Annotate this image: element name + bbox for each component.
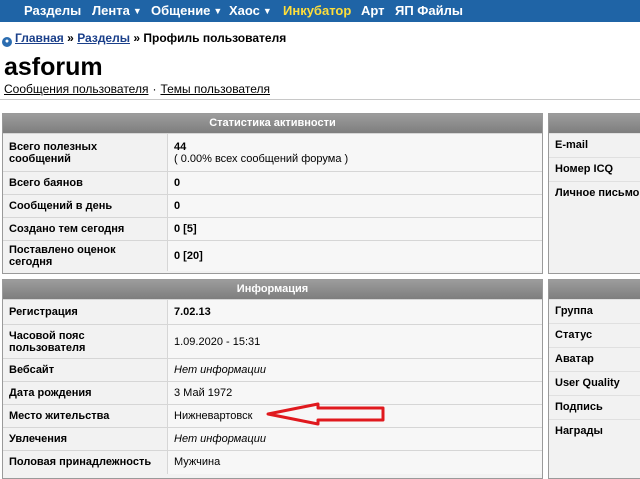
table-row: Регистрация 7.02.13 (3, 299, 542, 325)
row-value: Нет информации (167, 358, 542, 382)
info-panel: Информация Регистрация 7.02.13 Часовой п… (2, 279, 543, 479)
avatar-label: Аватар (549, 347, 640, 371)
row-value: Нет информации (167, 427, 542, 451)
posts-share-value: ( 0.00% всех сообщений форума ) (174, 152, 349, 165)
breadcrumb-sections-link[interactable]: Разделы (77, 31, 130, 45)
table-row: Всего баянов 0 (3, 171, 542, 195)
row-value: 1.09.2020 - 15:31 (167, 324, 542, 359)
total-posts-value: 44 (174, 140, 187, 153)
signature-label: Подпись (549, 395, 640, 419)
table-row: Увлечения Нет информации (3, 427, 542, 451)
contact-pm-label: Личное письмо (549, 181, 640, 205)
panel-header (549, 280, 640, 299)
table-row: Место жительства Нижневартовск (3, 404, 542, 428)
row-label: Место жительства (3, 404, 168, 428)
row-label: Увлечения (3, 427, 168, 451)
panel-title: Статистика активности (3, 114, 542, 133)
contacts-panel: E-mail Номер ICQ Личное письмо (548, 113, 640, 274)
row-value: 44( 0.00% всех сообщений форума ) (167, 133, 542, 172)
breadcrumb: ● Главная » Разделы » Профиль пользовател… (2, 31, 286, 47)
profile-links: Сообщения пользователя · Темы пользователя (4, 82, 270, 96)
row-label: Поставлено оценок сегодня (3, 240, 168, 271)
panel-title: Информация (3, 280, 542, 299)
awards-label: Награды (549, 419, 640, 443)
row-value: 0 [5] (167, 217, 542, 241)
row-label: Регистрация (3, 299, 168, 325)
user-topics-link[interactable]: Темы пользователя (160, 82, 270, 96)
forum-icon: ● (2, 37, 12, 47)
row-label: Всего баянов (3, 171, 168, 195)
row-value: Нижневартовск (167, 404, 542, 428)
row-label: Половая принадлежность (3, 450, 168, 474)
nav-item-communication[interactable]: Общение ▼ (151, 3, 222, 18)
table-row: Создано тем сегодня 0 [5] (3, 217, 542, 241)
panel-header (549, 114, 640, 133)
breadcrumb-separator: » (67, 31, 74, 45)
row-value: 3 Май 1972 (167, 381, 542, 405)
breadcrumb-home-link[interactable]: Главная (15, 31, 64, 45)
row-label: Дата рождения (3, 381, 168, 405)
row-value: 7.02.13 (167, 299, 542, 325)
nav-item-chaos[interactable]: Хаос ▼ (229, 3, 272, 18)
activity-stats-table: Всего полезных сообщений 44( 0.00% всех … (3, 133, 542, 271)
table-row: Поставлено оценок сегодня 0 [20] (3, 240, 542, 271)
contact-icq-label: Номер ICQ (549, 157, 640, 181)
table-row: Часовой пояс пользователя 1.09.2020 - 15… (3, 324, 542, 359)
row-value: 0 [20] (167, 240, 542, 271)
chevron-down-icon: ▼ (262, 6, 272, 16)
group-label: Группа (549, 299, 640, 323)
row-value: Мужчина (167, 450, 542, 474)
top-navigation-bar: Разделы Лента ▼ Общение ▼ Хаос ▼ Инкубатор … (0, 0, 640, 22)
nav-item-feed[interactable]: Лента ▼ (92, 3, 142, 18)
nav-item-incubator[interactable]: Инкубатор (283, 3, 351, 18)
nav-item-sections[interactable]: Разделы (24, 3, 81, 18)
row-label: Сообщений в день (3, 194, 168, 218)
row-label: Создано тем сегодня (3, 217, 168, 241)
row-label: Всего полезных сообщений (3, 133, 168, 172)
table-row: Всего полезных сообщений 44( 0.00% всех … (3, 133, 542, 172)
table-row: Половая принадлежность Мужчина (3, 450, 542, 474)
nav-item-files[interactable]: ЯП Файлы (395, 3, 463, 18)
activity-stats-panel: Статистика активности Всего полезных соо… (2, 113, 543, 274)
chevron-down-icon: ▼ (213, 6, 223, 16)
user-quality-label: User Quality (549, 371, 640, 395)
table-row: Дата рождения 3 Май 1972 (3, 381, 542, 405)
row-label: Часовой пояс пользователя (3, 324, 168, 359)
row-value: 0 (167, 194, 542, 218)
breadcrumb-separator: » (133, 31, 141, 45)
divider (0, 99, 640, 100)
link-separator: · (152, 82, 157, 96)
user-posts-link[interactable]: Сообщения пользователя (4, 82, 148, 96)
page-title: asforum (4, 53, 103, 81)
breadcrumb-current: Профиль пользователя (143, 31, 287, 45)
row-label: Вебсайт (3, 358, 168, 382)
row-value: 0 (167, 171, 542, 195)
status-label: Статус (549, 323, 640, 347)
chevron-down-icon: ▼ (132, 6, 142, 16)
nav-item-art[interactable]: Арт (361, 3, 385, 18)
contact-email-label: E-mail (549, 133, 640, 157)
info-table: Регистрация 7.02.13 Часовой пояс пользов… (3, 299, 542, 474)
user-extra-panel: Группа Статус Аватар User Quality Подпис… (548, 279, 640, 479)
table-row: Вебсайт Нет информации (3, 358, 542, 382)
table-row: Сообщений в день 0 (3, 194, 542, 218)
